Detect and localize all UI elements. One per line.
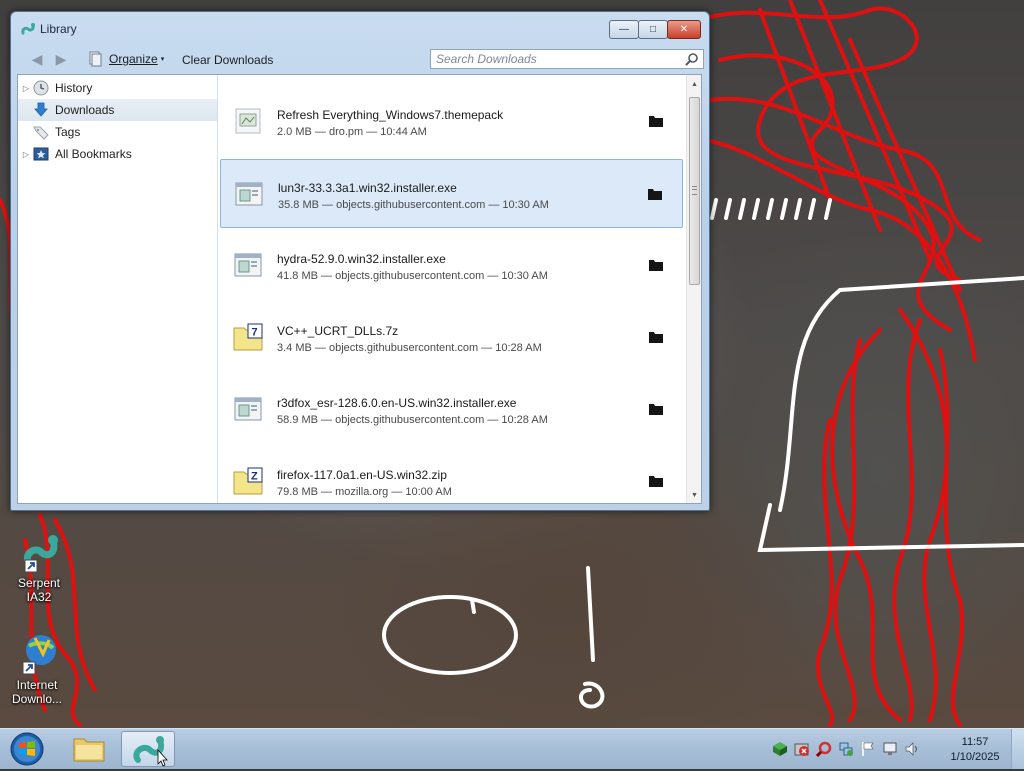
themepack-file-icon xyxy=(235,108,261,134)
download-arrow-icon xyxy=(34,102,48,117)
expand-triangle-icon[interactable]: ▷ xyxy=(21,150,31,159)
sidebar-item-label: History xyxy=(55,81,93,95)
taskbar-serpent-button[interactable] xyxy=(121,731,175,767)
zip-archive-icon: Z xyxy=(233,467,263,495)
clock-time: 11:57 xyxy=(961,736,989,748)
desktop-icon-label: Serpent IA32 xyxy=(17,576,61,604)
download-file-meta: 41.8 MB — objects.githubusercontent.com … xyxy=(277,270,548,282)
exe-file-icon xyxy=(234,397,262,421)
svg-text:7: 7 xyxy=(252,327,258,339)
organize-label: Organize xyxy=(109,52,158,66)
download-file-name: r3dfox_esr-128.6.0.en-US.win32.installer… xyxy=(277,396,517,410)
desktop-icon-label: Internet Downlo... xyxy=(11,678,63,706)
7z-archive-icon: 7 xyxy=(233,323,263,351)
taskbar: 11:57 1/10/2025 xyxy=(0,728,1024,769)
security-alert-icon[interactable] xyxy=(794,741,810,757)
download-row[interactable]: hydra-52.9.0.win32.installer.exe 41.8 MB… xyxy=(220,231,683,300)
download-file-meta: 35.8 MB — objects.githubusercontent.com … xyxy=(278,199,549,211)
magnifier-red-icon[interactable] xyxy=(816,741,832,757)
clear-downloads-button[interactable]: Clear Downloads xyxy=(182,53,273,67)
downloads-scrollbar[interactable]: ▲ ▼ xyxy=(686,75,701,503)
expand-triangle-icon[interactable]: ▷ xyxy=(21,84,31,93)
clock-date: 1/10/2025 xyxy=(950,751,1000,763)
download-file-meta: 79.8 MB — mozilla.org — 10:00 AM xyxy=(277,486,452,498)
chevron-down-icon: ▾ xyxy=(160,56,165,63)
serpent-browser-icon xyxy=(15,530,63,574)
exe-file-icon xyxy=(234,253,262,277)
download-row[interactable]: r3dfox_esr-128.6.0.en-US.win32.installer… xyxy=(220,375,683,444)
sidebar-item-label: Downloads xyxy=(55,103,115,117)
open-folder-icon[interactable] xyxy=(649,331,663,343)
minimize-button[interactable]: — xyxy=(609,20,639,39)
system-clock[interactable]: 11:57 1/10/2025 xyxy=(942,735,1008,765)
download-row[interactable]: Refresh Everything_Windows7.themepack 2.… xyxy=(220,87,683,156)
download-file-name: hydra-52.9.0.win32.installer.exe xyxy=(277,252,446,266)
serpent-browser-icon xyxy=(21,23,35,35)
network-status-icon[interactable] xyxy=(838,741,854,757)
close-button[interactable]: ✕ xyxy=(667,20,701,39)
sidebar-item-label: All Bookmarks xyxy=(55,147,132,161)
download-row[interactable]: lun3r-33.3.3a1.win32.installer.exe 35.8 … xyxy=(220,159,683,228)
search-box xyxy=(430,49,704,69)
exe-file-icon xyxy=(235,182,263,206)
download-file-name: VC++_UCRT_DLLs.7z xyxy=(277,324,399,338)
serpent-browser-icon xyxy=(133,736,168,767)
bookmarks-folder-icon xyxy=(33,147,49,161)
library-window: Library — □ ✕ ◀ ▶ Organize ▾ Clear Downl… xyxy=(10,11,710,511)
download-file-name: firefox-117.0a1.en-US.win32.zip xyxy=(277,468,447,482)
search-icon[interactable] xyxy=(685,52,699,66)
internet-download-manager-icon xyxy=(13,632,61,676)
sidebar-item-history[interactable]: ▷ History xyxy=(18,77,217,99)
svg-text:Z: Z xyxy=(251,471,258,483)
sidebar-item-all-bookmarks[interactable]: ▷ All Bookmarks xyxy=(18,143,217,165)
window-controls: — □ ✕ xyxy=(609,20,701,39)
download-file-name: lun3r-33.3.3a1.win32.installer.exe xyxy=(278,181,457,195)
folder-icon xyxy=(73,738,105,762)
window-titlebar[interactable]: Library — □ ✕ xyxy=(11,12,709,42)
volume-icon[interactable] xyxy=(904,741,920,757)
desktop-icon-internet-download-manager[interactable]: Internet Downlo... xyxy=(2,632,72,706)
open-folder-icon[interactable] xyxy=(648,188,662,200)
sidebar-item-label: Tags xyxy=(55,125,81,139)
network-cube-icon[interactable] xyxy=(772,741,788,757)
download-file-name: Refresh Everything_Windows7.themepack xyxy=(277,108,504,122)
library-sidebar: ▷ History Downloads Tags ▷ All Bookmarks xyxy=(18,75,218,503)
taskbar-explorer-button[interactable] xyxy=(62,731,116,767)
download-file-meta: 3.4 MB — objects.githubusercontent.com —… xyxy=(277,342,542,354)
organize-icon xyxy=(89,51,102,67)
library-content: ▷ History Downloads Tags ▷ All Bookmarks… xyxy=(17,74,702,504)
library-toolbar: ◀ ▶ Organize ▾ Clear Downloads xyxy=(17,46,704,72)
clock-icon xyxy=(33,80,49,96)
open-folder-icon[interactable] xyxy=(649,115,663,127)
download-file-meta: 58.9 MB — objects.githubusercontent.com … xyxy=(277,414,548,426)
tag-icon xyxy=(33,126,49,140)
action-center-flag-icon[interactable] xyxy=(860,741,876,757)
search-input[interactable] xyxy=(431,50,686,68)
sidebar-item-downloads[interactable]: Downloads xyxy=(18,99,217,121)
downloads-list: Refresh Everything_Windows7.themepack 2.… xyxy=(218,75,686,503)
download-row[interactable]: Z firefox-117.0a1.en-US.win32.zip 79.8 M… xyxy=(220,447,683,503)
show-desktop-button[interactable] xyxy=(1011,729,1024,769)
notification-area xyxy=(772,741,920,757)
window-title: Library xyxy=(40,22,77,36)
scroll-up-arrow-icon[interactable]: ▲ xyxy=(691,81,698,88)
scrollbar-thumb[interactable] xyxy=(689,97,700,285)
open-folder-icon[interactable] xyxy=(649,403,663,415)
download-file-meta: 2.0 MB — dro.pm — 10:44 AM xyxy=(277,126,427,138)
open-folder-icon[interactable] xyxy=(649,259,663,271)
desktop-icon-serpent[interactable]: Serpent IA32 xyxy=(4,530,74,604)
organize-menu-button[interactable]: Organize ▾ xyxy=(87,50,164,68)
back-button[interactable]: ◀ xyxy=(29,51,45,67)
forward-button[interactable]: ▶ xyxy=(53,51,69,67)
download-row[interactable]: 7 VC++_UCRT_DLLs.7z 3.4 MB — objects.git… xyxy=(220,303,683,372)
network-monitor-icon[interactable] xyxy=(882,741,898,757)
scroll-down-arrow-icon[interactable]: ▼ xyxy=(691,492,698,499)
start-button[interactable] xyxy=(5,731,49,767)
maximize-button[interactable]: □ xyxy=(638,20,668,39)
open-folder-icon[interactable] xyxy=(649,475,663,487)
sidebar-item-tags[interactable]: Tags xyxy=(18,121,217,143)
